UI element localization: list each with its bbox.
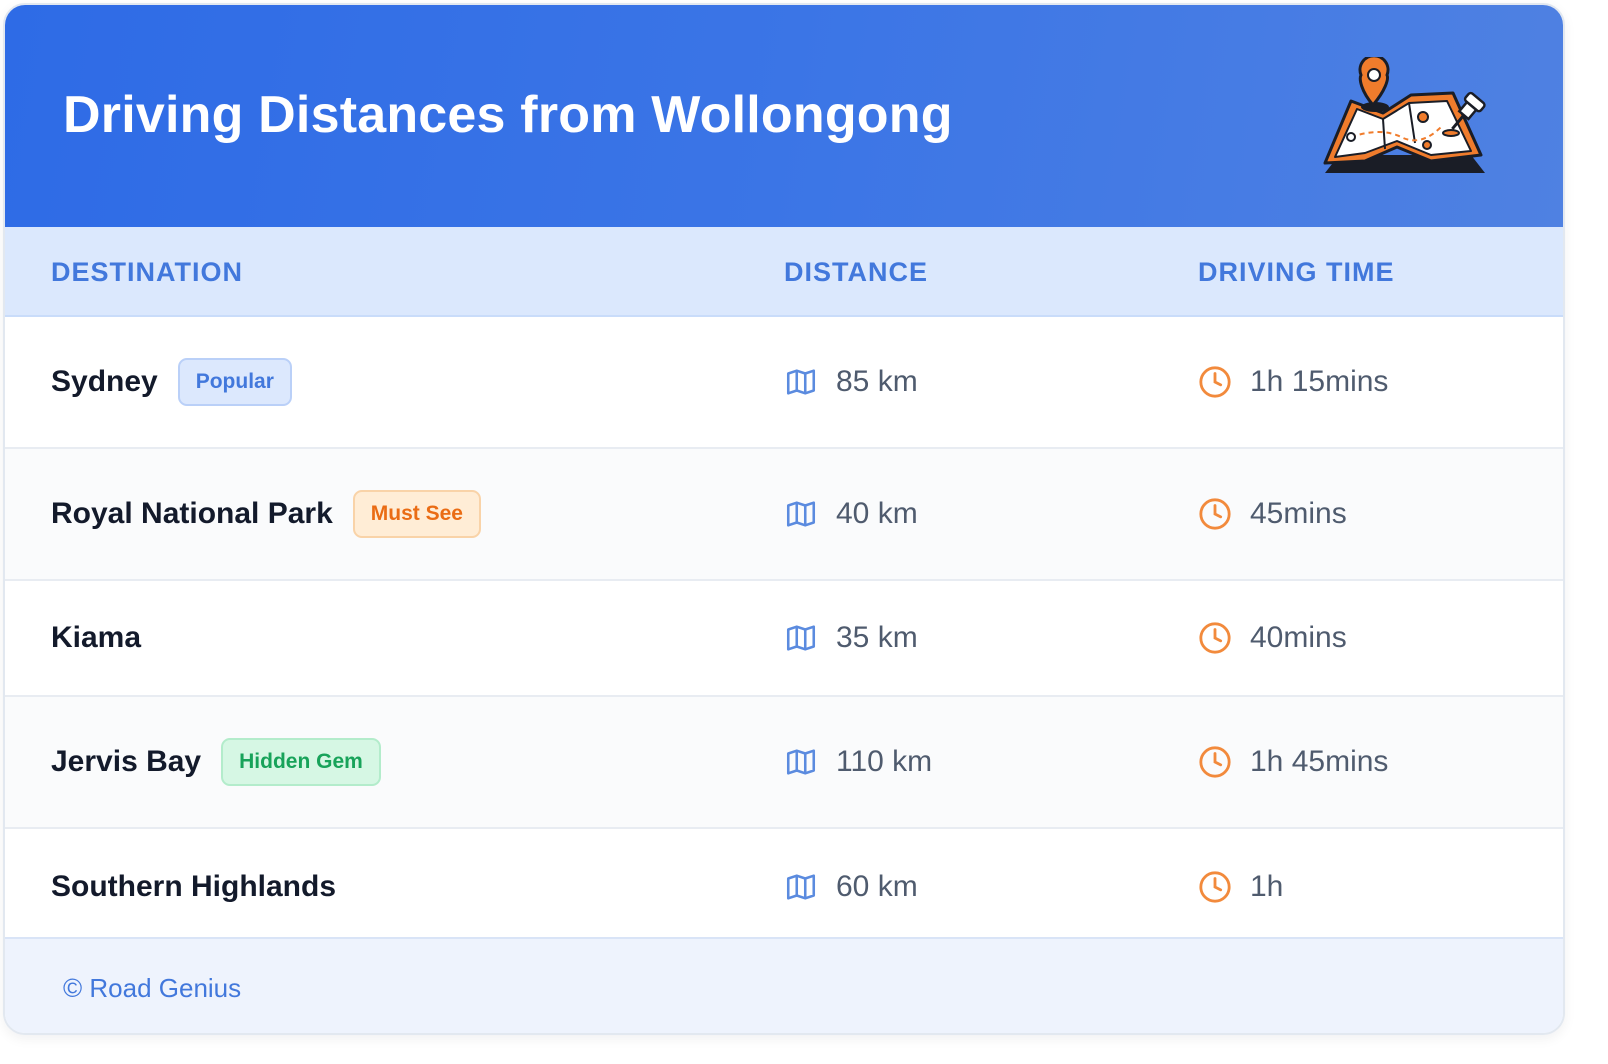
card-footer: © Road Genius bbox=[5, 937, 1563, 1033]
page-title: Driving Distances from Wollongong bbox=[63, 86, 953, 144]
footer-credit: © Road Genius bbox=[63, 973, 242, 1003]
table-row: Sydney Popular 85 km 1h 15mins bbox=[5, 317, 1563, 449]
clock-icon bbox=[1199, 871, 1231, 903]
table-row: Kiama 35 km 40mins bbox=[5, 581, 1563, 697]
destination-name: Sydney bbox=[51, 365, 158, 398]
map-icon bbox=[786, 501, 816, 527]
destination-name: Southern Highlands bbox=[51, 870, 336, 903]
destination-name: Jervis Bay bbox=[51, 745, 202, 778]
distance-value: 110 km bbox=[836, 745, 933, 778]
must-see-badge: Must See bbox=[352, 490, 481, 538]
driving-time-value: 40mins bbox=[1250, 621, 1347, 654]
distance-value: 85 km bbox=[836, 365, 918, 398]
driving-time-value: 1h 15mins bbox=[1250, 365, 1389, 398]
table-body: Sydney Popular 85 km 1h 15mins Royal Nat… bbox=[5, 317, 1563, 945]
map-icon bbox=[786, 369, 816, 395]
map-icon bbox=[786, 874, 816, 900]
distance-card: Driving Distances from Wollongong DESTIN… bbox=[3, 3, 1565, 1035]
driving-time-value: 1h bbox=[1250, 870, 1284, 903]
table-row: Jervis Bay Hidden Gem 110 km 1h 45mins bbox=[5, 697, 1563, 829]
hidden-gem-badge: Hidden Gem bbox=[221, 738, 381, 786]
destination-name: Kiama bbox=[51, 621, 142, 654]
column-header-destination: DESTINATION bbox=[51, 257, 243, 287]
column-header-distance: DISTANCE bbox=[784, 257, 929, 287]
map-icon bbox=[786, 625, 816, 651]
popular-badge: Popular bbox=[177, 358, 292, 406]
distance-value: 60 km bbox=[836, 870, 918, 903]
destination-name: Royal National Park bbox=[51, 497, 333, 530]
distance-value: 40 km bbox=[836, 497, 918, 530]
table-row: Royal National Park Must See 40 km 45min… bbox=[5, 449, 1563, 581]
clock-icon bbox=[1199, 622, 1231, 654]
driving-time-value: 45mins bbox=[1250, 497, 1347, 530]
driving-time-value: 1h 45mins bbox=[1250, 745, 1389, 778]
clock-icon bbox=[1199, 498, 1231, 530]
distance-value: 35 km bbox=[836, 621, 918, 654]
table-row: Southern Highlands 60 km 1h bbox=[5, 829, 1563, 945]
column-header-driving-time: DRIVING TIME bbox=[1198, 257, 1395, 287]
clock-icon bbox=[1199, 746, 1231, 778]
table-header: DESTINATION DISTANCE DRIVING TIME bbox=[5, 227, 1563, 317]
map-icon bbox=[786, 749, 816, 775]
card-header: Driving Distances from Wollongong bbox=[5, 5, 1563, 227]
map-with-location-pin-icon bbox=[1323, 57, 1486, 173]
clock-icon bbox=[1199, 366, 1231, 398]
